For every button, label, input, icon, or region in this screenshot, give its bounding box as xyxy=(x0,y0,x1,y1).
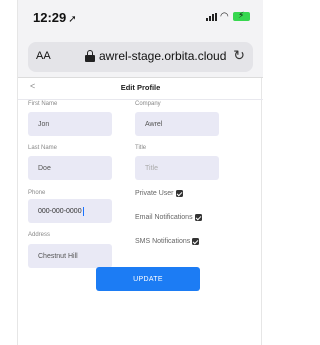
title-placeholder: Title xyxy=(145,164,158,172)
last-name-field[interactable]: Doe xyxy=(28,156,112,180)
address-value: Chestnut Hill xyxy=(38,252,78,260)
browser-toolbar: AA awrel-stage.orbita.cloud ↻ xyxy=(18,36,263,78)
company-field[interactable]: Awrel xyxy=(135,112,219,136)
first-name-field[interactable]: Jon xyxy=(28,112,112,136)
last-name-label: Last Name xyxy=(28,145,58,151)
phone-label: Phone xyxy=(28,190,46,196)
phone-screen: 12:29 ➚ ◠ ⚡ AA awrel-stage.orbita.cloud ↻… xyxy=(17,0,263,345)
address-bar[interactable]: AA awrel-stage.orbita.cloud ↻ xyxy=(28,42,253,72)
text-size-button[interactable]: AA xyxy=(36,50,51,62)
last-name-value: Doe xyxy=(38,164,51,172)
text-cursor xyxy=(82,206,84,216)
update-button[interactable]: UPDATE xyxy=(96,267,200,291)
email-notifications-row[interactable]: Email Notifications xyxy=(135,214,202,221)
private-user-label: Private User xyxy=(135,190,174,197)
page-title: Edit Profile xyxy=(120,83,161,92)
private-user-checkbox[interactable] xyxy=(175,190,183,197)
status-bar: 12:29 ➚ ◠ ⚡ xyxy=(18,0,263,36)
reload-icon[interactable]: ↻ xyxy=(233,47,245,64)
location-arrow-icon: ➚ xyxy=(68,14,77,25)
sms-notifications-checkbox[interactable] xyxy=(192,238,200,245)
company-value: Awrel xyxy=(145,120,163,128)
first-name-value: Jon xyxy=(38,120,50,128)
email-notifications-label: Email Notifications xyxy=(135,214,193,221)
header-divider xyxy=(18,99,263,100)
status-time: 12:29 ➚ xyxy=(33,10,77,25)
address-field[interactable]: Chestnut Hill xyxy=(28,244,112,268)
page-header: < Edit Profile xyxy=(18,78,263,100)
phone-field[interactable]: 000-000-0000 xyxy=(28,199,112,223)
email-notifications-checkbox[interactable] xyxy=(194,214,202,221)
private-user-row[interactable]: Private User xyxy=(135,190,183,197)
sms-notifications-row[interactable]: SMS Notifications xyxy=(135,238,200,245)
title-field[interactable]: Title xyxy=(135,156,219,180)
url-text[interactable]: awrel-stage.orbita.cloud xyxy=(99,49,226,63)
company-label: Company xyxy=(135,101,161,107)
address-label: Address xyxy=(28,232,51,238)
wifi-icon: ◠ xyxy=(220,11,229,22)
title-label: Title xyxy=(135,145,147,151)
sms-notifications-label: SMS Notifications xyxy=(135,238,191,245)
status-time-text: 12:29 xyxy=(33,10,67,25)
lock-icon xyxy=(85,50,95,62)
phone-value: 000-000-0000 xyxy=(38,207,82,215)
battery-charging-icon: ⚡ xyxy=(233,10,250,21)
first-name-label: First Name xyxy=(28,101,58,107)
